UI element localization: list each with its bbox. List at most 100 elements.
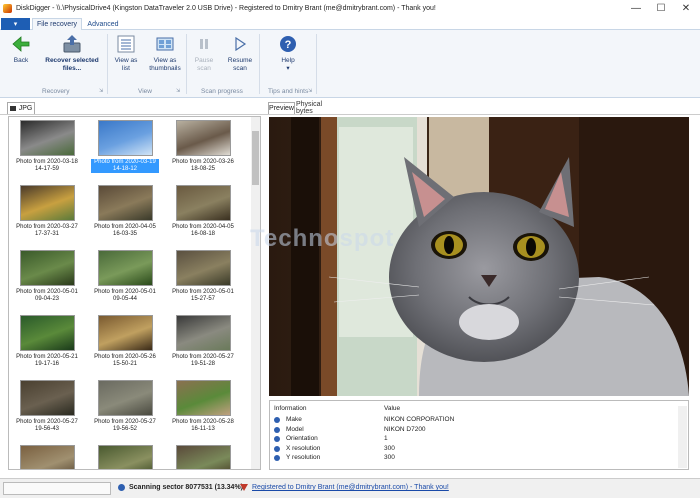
thumbnail-item[interactable]: Photo from 2020-05-01 09-05-44 bbox=[91, 250, 159, 303]
thumbnail-item[interactable] bbox=[169, 445, 237, 469]
pause-scan-button[interactable]: Pause scan bbox=[192, 33, 216, 73]
thumbnail-caption-line2: 09-05-44 bbox=[112, 296, 138, 302]
group-label-scan-progress: Scan progress bbox=[201, 88, 243, 95]
thumbnail-item[interactable]: Photo from 2020-05-21 19-17-16 bbox=[13, 315, 81, 368]
recovery-group-launcher-icon[interactable]: ⇲ bbox=[99, 88, 103, 94]
thumbnail-image bbox=[19, 120, 75, 156]
thumbnail-caption: Photo from 2020-05-01 09-04-23 bbox=[13, 289, 81, 303]
thumbnail-image bbox=[97, 380, 153, 416]
back-button[interactable]: Back bbox=[8, 33, 34, 65]
resume-scan-button[interactable]: Resume scan bbox=[226, 33, 254, 73]
thumbnail-item[interactable]: Photo from 2020-04-05 16-03-35 bbox=[91, 185, 159, 238]
tab-physical-bytes[interactable]: Physical bytes bbox=[296, 101, 340, 115]
help-button[interactable]: ? Help ▾ bbox=[276, 33, 300, 73]
play-icon bbox=[229, 33, 251, 55]
view-thumbs-label-line2: thumbnails bbox=[149, 65, 181, 72]
info-key: Orientation bbox=[286, 435, 318, 442]
scanning-status-text: Scanning sector 8077531 (13.34%) bbox=[129, 484, 244, 491]
info-scrollbar[interactable] bbox=[678, 406, 687, 468]
info-row: Y resolution 300 bbox=[274, 453, 674, 462]
thumbnail-caption-line1: Photo from 2020-05-26 bbox=[94, 354, 156, 360]
thumbnail-item[interactable]: Photo from 2020-05-01 15-27-57 bbox=[169, 250, 237, 303]
thumbnail-image bbox=[97, 185, 153, 221]
thumbnail-item[interactable] bbox=[91, 445, 159, 469]
thumbnail-caption-line1: Photo from 2020-04-05 bbox=[172, 224, 234, 230]
thumbnail-caption-line1: Photo from 2020-05-27 bbox=[172, 354, 234, 360]
status-progress-box bbox=[3, 482, 111, 495]
thumbnail-item[interactable]: Photo from 2020-05-01 09-04-23 bbox=[13, 250, 81, 303]
maximize-button[interactable]: ☐ bbox=[649, 0, 673, 17]
pause-icon bbox=[193, 33, 215, 55]
thumbnail-item[interactable]: Photo from 2020-03-18 14-17-59 bbox=[13, 120, 81, 173]
scrollbar-thumb[interactable] bbox=[252, 131, 259, 185]
thumbnail-item[interactable]: Photo from 2020-03-26 18-08-25 bbox=[169, 120, 237, 173]
resume-label-line2: scan bbox=[233, 65, 247, 72]
watermark-logo: Technospot bbox=[250, 225, 395, 252]
thumbnail-item[interactable]: Photo from 2020-03-19 14-18-12 bbox=[91, 120, 159, 173]
thumbnail-caption-line1: Photo from 2020-03-26 bbox=[172, 159, 234, 165]
thumbnail-image bbox=[19, 445, 75, 469]
thumbnail-item[interactable]: Photo from 2020-05-27 19-56-52 bbox=[91, 380, 159, 433]
info-key: Y resolution bbox=[286, 454, 321, 461]
view-list-label-line1: View as bbox=[114, 57, 138, 64]
thumbnail-image bbox=[97, 315, 153, 351]
recover-disk-icon bbox=[61, 33, 83, 55]
ribbon-separator bbox=[107, 34, 108, 94]
thumbnail-item[interactable] bbox=[13, 445, 81, 469]
thumbnail-item[interactable]: Photo from 2020-04-05 16-08-18 bbox=[169, 185, 237, 238]
info-value: 300 bbox=[384, 454, 395, 461]
thumbnail-image bbox=[19, 185, 75, 221]
property-icon bbox=[274, 455, 280, 461]
thumbnail-caption: Photo from 2020-05-27 19-56-52 bbox=[91, 419, 159, 433]
view-group-launcher-icon[interactable]: ⇲ bbox=[176, 88, 180, 94]
info-value: 300 bbox=[384, 444, 395, 452]
info-icon bbox=[118, 484, 125, 491]
recover-selected-files-button[interactable]: Recover selected files... bbox=[42, 33, 102, 73]
thumbnail-image bbox=[175, 185, 231, 221]
info-column-header: Information bbox=[274, 405, 307, 412]
recover-label-line1: Recover selected bbox=[45, 57, 99, 64]
info-key: X resolution bbox=[286, 444, 321, 452]
thumbnail-caption-line1: Photo from 2020-03-27 bbox=[16, 224, 78, 230]
info-value: 1 bbox=[384, 435, 388, 442]
thumbnail-caption: Photo from 2020-05-01 15-27-57 bbox=[169, 289, 237, 303]
thumbnail-caption-line1: Photo from 2020-05-01 bbox=[172, 289, 234, 295]
thumbnail-scrollbar[interactable] bbox=[251, 117, 260, 469]
property-icon bbox=[274, 426, 280, 433]
view-as-thumbnails-button[interactable]: View as thumbnails bbox=[146, 33, 184, 73]
minimize-button[interactable]: — bbox=[624, 0, 648, 17]
ribbon-tab-bar: ▾ File recovery Advanced bbox=[0, 17, 700, 30]
view-as-list-button[interactable]: View as list bbox=[113, 33, 139, 73]
thumbnail-item[interactable]: Photo from 2020-05-27 19-51-28 bbox=[169, 315, 237, 368]
tab-advanced[interactable]: Advanced bbox=[84, 18, 122, 30]
thumbnail-caption-line1: Photo from 2020-04-05 bbox=[94, 224, 156, 230]
info-key: Make bbox=[286, 416, 302, 423]
tab-preview[interactable]: Preview bbox=[268, 102, 295, 114]
thumbnail-image bbox=[175, 445, 231, 469]
thumbnail-image bbox=[19, 315, 75, 351]
registration-link[interactable]: Registered to Dmitry Brant (me@dmitrybra… bbox=[240, 484, 449, 491]
title-bar: DiskDigger - \\.\PhysicalDrive4 (Kingsto… bbox=[0, 0, 700, 17]
thumbnail-item[interactable]: Photo from 2020-05-26 15-50-21 bbox=[91, 315, 159, 368]
registration-link-text[interactable]: Registered to Dmitry Brant (me@dmitrybra… bbox=[252, 484, 449, 491]
back-label: Back bbox=[13, 57, 29, 64]
thumbnail-caption-line2: 14-17-59 bbox=[34, 166, 60, 172]
thumbnail-caption-line1: Photo from 2020-05-27 bbox=[16, 419, 78, 425]
tab-jpg[interactable]: JPG bbox=[7, 102, 35, 114]
tab-file-recovery[interactable]: File recovery bbox=[32, 18, 82, 30]
tips-group-launcher-icon[interactable]: ⇲ bbox=[308, 88, 312, 94]
file-info-panel: Information Value Make NIKON CORPORATION M… bbox=[269, 400, 689, 470]
close-button[interactable]: ✕ bbox=[674, 0, 698, 17]
thumbnail-caption: Photo from 2020-03-27 17-37-31 bbox=[13, 224, 81, 238]
thumbnail-item[interactable]: Photo from 2020-05-27 19-56-43 bbox=[13, 380, 81, 433]
thumbnail-grid: Photo from 2020-03-18 14-17-59 Photo from … bbox=[8, 116, 261, 470]
thumbnail-item[interactable]: Photo from 2020-05-28 16-11-13 bbox=[169, 380, 237, 433]
thumbnail-caption: Photo from 2020-05-01 09-05-44 bbox=[91, 289, 159, 303]
thumbnail-caption-line1: Photo from 2020-03-18 bbox=[16, 159, 78, 165]
thumbnail-caption-line2: 16-03-35 bbox=[112, 231, 138, 237]
thumbnail-item[interactable]: Photo from 2020-03-27 17-37-31 bbox=[13, 185, 81, 238]
file-menu-button[interactable]: ▾ bbox=[1, 18, 30, 30]
thumbnail-caption: Photo from 2020-05-26 15-50-21 bbox=[91, 354, 159, 368]
thumbnail-image bbox=[19, 250, 75, 286]
ribbon: Back Recover selected files... Recovery … bbox=[0, 30, 700, 98]
